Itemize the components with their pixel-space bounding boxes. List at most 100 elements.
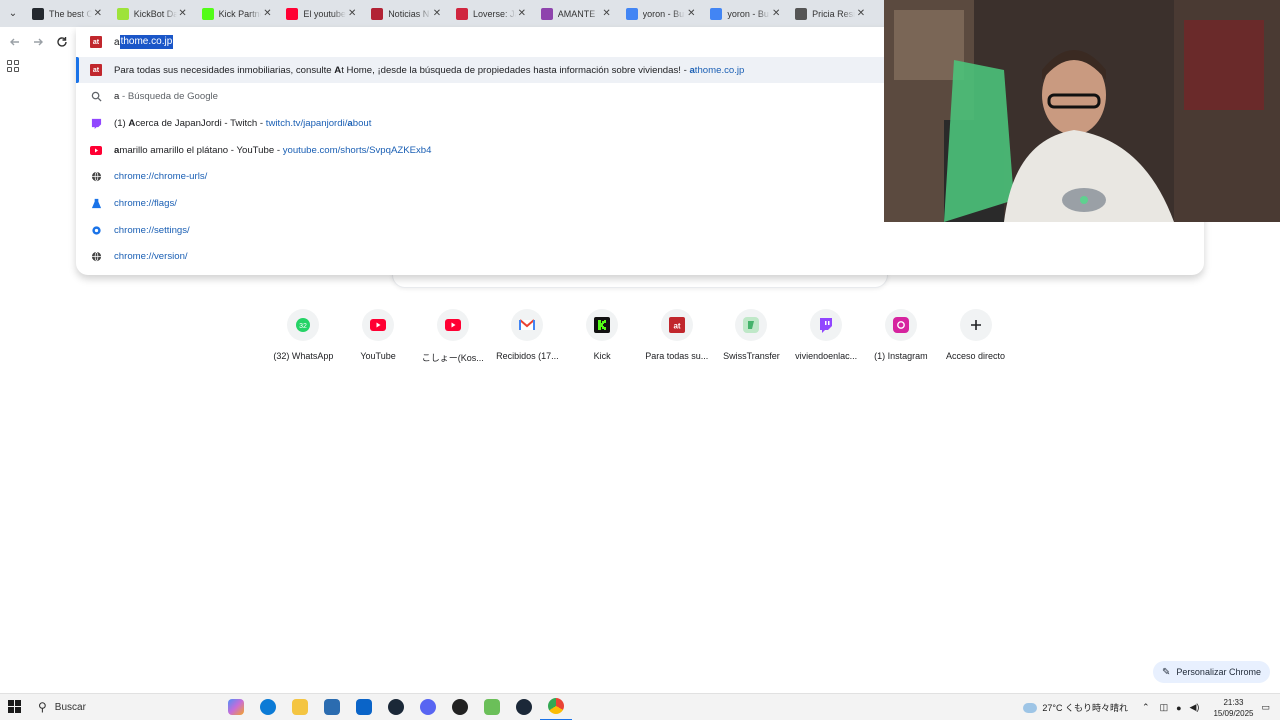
- suggestion-text: chrome://version/: [114, 251, 188, 263]
- tab-title: The best O: [49, 8, 92, 19]
- taskbar-search[interactable]: ⚲ Buscar: [30, 694, 220, 720]
- microphone-icon[interactable]: ●: [1176, 703, 1181, 713]
- shortcut-tile[interactable]: YouTube: [341, 309, 416, 364]
- gear-icon: [90, 224, 102, 236]
- edge-icon[interactable]: [252, 694, 284, 720]
- twitch-icon: [90, 117, 102, 129]
- google-icon: [625, 7, 638, 20]
- pencil-icon: ✎: [1162, 666, 1171, 678]
- loverse-icon: [455, 7, 468, 20]
- streamer-camera-image: [884, 0, 1280, 222]
- suggestion-text-part: bout: [352, 117, 372, 129]
- browser-tab[interactable]: yoron - Bu ✕: [620, 0, 705, 27]
- shortcut-label: (32) WhatsApp: [273, 351, 334, 361]
- suggestion-text-part: thome.co.jp: [694, 64, 745, 76]
- browser-tab[interactable]: yoron - Bu ✕: [704, 0, 789, 27]
- weather-icon: [1023, 702, 1038, 713]
- suggestion-text-part: youtube.com/shorts/SvpqAZKExb4: [282, 144, 432, 156]
- omnibox-suggestion[interactable]: chrome://version/: [76, 244, 1204, 270]
- youtube-icon: [362, 309, 395, 341]
- github-icon: [32, 7, 44, 20]
- close-icon[interactable]: ✕: [92, 8, 104, 19]
- apps-grid-icon[interactable]: [7, 60, 19, 72]
- speaker-icon[interactable]: ◀): [1190, 702, 1200, 713]
- chrome-icon[interactable]: [540, 694, 572, 720]
- shortcut-label: YouTube: [360, 351, 396, 361]
- swisstransfer-icon: [735, 309, 768, 341]
- browser-tab[interactable]: KickBot Da ✕: [111, 0, 196, 27]
- shortcut-tile[interactable]: (1) Instagram: [864, 309, 939, 364]
- shortcut-grid: 32 (32) WhatsApp YouTube こしょー(Kos... Recibid…: [266, 309, 1016, 364]
- shortcut-tile[interactable]: 32 (32) WhatsApp: [266, 309, 341, 364]
- kick-icon: [586, 309, 619, 341]
- clock[interactable]: 21:33 15/09/2025: [1213, 697, 1253, 719]
- close-icon[interactable]: ✕: [770, 8, 782, 19]
- suggestion-text-part: twitch.tv/japanjordi/: [265, 117, 348, 129]
- shortcut-tile[interactable]: SwissTransfer: [714, 309, 789, 364]
- pricia-icon: [795, 7, 808, 20]
- suggestion-text: a - Búsqueda de Google: [114, 91, 218, 102]
- svg-text:at: at: [673, 322, 680, 331]
- shortcut-tile[interactable]: こしょー(Kos...: [415, 309, 490, 364]
- shortcut-label: Kick: [593, 351, 611, 361]
- forward-button[interactable]: [30, 34, 46, 50]
- suggestion-text-part: t Home, ¡desde la búsqueda de propiedade…: [341, 64, 690, 76]
- network-icon[interactable]: ◫: [1160, 702, 1169, 713]
- shortcut-tile[interactable]: Recibidos (17...: [490, 309, 565, 364]
- app-icon[interactable]: [476, 694, 508, 720]
- close-icon[interactable]: ✕: [177, 8, 189, 19]
- close-icon[interactable]: ✕: [601, 8, 613, 19]
- shortcut-label: SwissTransfer: [723, 351, 780, 361]
- close-icon[interactable]: ✕: [516, 8, 528, 19]
- close-icon[interactable]: ✕: [346, 8, 358, 19]
- copilot-icon[interactable]: [220, 694, 252, 720]
- close-icon[interactable]: ✕: [261, 8, 273, 19]
- news-icon: [371, 7, 384, 20]
- browser-tab[interactable]: The best O ✕: [26, 0, 111, 27]
- browser-tab[interactable]: El youtube ✕: [280, 0, 365, 27]
- shortcut-tile[interactable]: Kick: [565, 309, 640, 364]
- search-icon: ⚲: [38, 700, 47, 714]
- notifications-icon[interactable]: ▭: [1261, 702, 1270, 713]
- close-icon[interactable]: ✕: [431, 8, 443, 19]
- suggestion-text-part: - Búsqueda de Google: [119, 91, 219, 103]
- reload-button[interactable]: [54, 34, 70, 50]
- obs-icon[interactable]: [444, 694, 476, 720]
- globe-icon: [90, 251, 102, 263]
- youtube-icon: [286, 7, 299, 20]
- customize-chrome-button[interactable]: ✎ Personalizar Chrome: [1153, 661, 1270, 683]
- google-icon: [710, 7, 723, 20]
- suggestion-text-part: (1): [114, 117, 129, 129]
- close-icon[interactable]: ✕: [685, 8, 697, 19]
- close-icon[interactable]: ✕: [855, 8, 867, 19]
- browser-tab[interactable]: Loverse: Ja ✕: [450, 0, 535, 27]
- back-button[interactable]: [7, 34, 23, 50]
- shortcut-tile[interactable]: Acceso directo: [938, 309, 1013, 364]
- shortcut-tile[interactable]: at Para todas su...: [639, 309, 714, 364]
- browser-tab[interactable]: Kick Partne ✕: [196, 0, 281, 27]
- steam-client-icon[interactable]: [508, 694, 540, 720]
- whatsapp-icon: 32: [287, 309, 320, 341]
- tab-title: El youtube: [303, 8, 346, 19]
- chevron-up-icon[interactable]: ⌃: [1142, 702, 1150, 713]
- suggestion-text: (1) Acerca de JapanJordi - Twitch - twit…: [114, 118, 371, 129]
- browser-tab[interactable]: Noticias N ✕: [365, 0, 450, 27]
- weather-text[interactable]: 27°C くもり時々晴れ: [1042, 701, 1128, 714]
- tab-title: AMANTE: [557, 8, 596, 19]
- youtube-icon: [90, 144, 102, 156]
- browser-tab[interactable]: Pricia Resi ✕: [789, 0, 874, 27]
- steam-icon[interactable]: [380, 694, 412, 720]
- start-button[interactable]: [0, 700, 30, 714]
- suggestion-text-part: marillo amarillo el plátano - YouTube -: [119, 144, 283, 156]
- store-icon[interactable]: [316, 694, 348, 720]
- discord-icon[interactable]: [412, 694, 444, 720]
- shortcut-label: Recibidos (17...: [496, 351, 559, 361]
- tab-search-button[interactable]: ⌄: [0, 0, 26, 27]
- browser-tab[interactable]: AMANTE ✕: [535, 0, 620, 27]
- suggestion-text: chrome://chrome-urls/: [114, 171, 208, 183]
- file-explorer-icon[interactable]: [284, 694, 316, 720]
- shortcut-tile[interactable]: viviendoenlac...: [789, 309, 864, 364]
- globe-icon: [90, 171, 102, 183]
- outlook-icon[interactable]: [348, 694, 380, 720]
- shortcut-label: こしょー(Kos...: [421, 353, 484, 363]
